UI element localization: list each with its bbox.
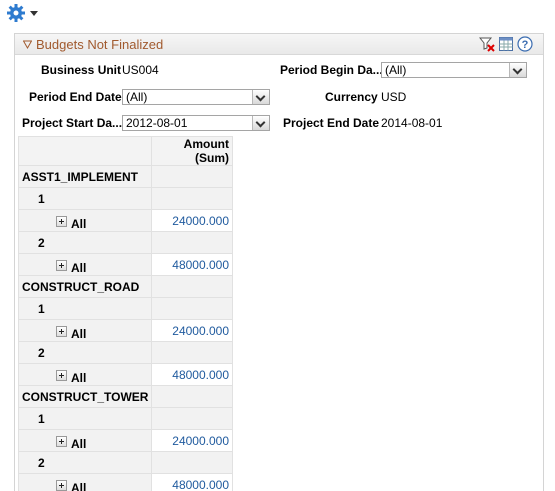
period-end-select[interactable]: (All) [122, 89, 270, 105]
period-begin-select[interactable]: (All) [381, 62, 527, 78]
group-label: CONSTRUCT_ROAD [17, 275, 153, 298]
row-label: All [71, 261, 87, 275]
budgets-panel: Budgets Not Finalized ? Business Unit US… [14, 33, 544, 491]
expand-icon[interactable] [56, 370, 67, 381]
key-row: 2 [17, 341, 233, 364]
key-label: 2 [38, 235, 45, 250]
dropdown-caret-icon[interactable] [30, 10, 38, 16]
row-label: All [71, 371, 87, 385]
project-end-label: Project End Date [283, 116, 380, 130]
period-begin-label: Period Begin Da... [280, 63, 383, 77]
grid-view-icon[interactable] [498, 36, 514, 52]
key-label: 1 [38, 191, 45, 206]
group-row: ASST1_IMPLEMENT [17, 165, 233, 188]
period-end-label: Period End Date [29, 90, 122, 104]
expand-icon[interactable] [56, 480, 67, 491]
pivot-grid: Amount (Sum) ASST1_IMPLEMENT 1 All 24000… [17, 136, 233, 491]
amount-cell[interactable]: 24000.000 [151, 209, 233, 232]
panel-title: Budgets Not Finalized [36, 36, 164, 52]
key-row: 1 [17, 297, 233, 320]
key-row: 2 [17, 451, 233, 474]
project-start-select[interactable]: 2012-08-01 [122, 115, 270, 131]
expand-icon[interactable] [56, 326, 67, 337]
grid-header-row: Amount (Sum) [17, 136, 233, 166]
toolbar [6, 3, 38, 23]
amount-cell[interactable]: 24000.000 [151, 429, 233, 452]
currency-label: Currency [325, 90, 378, 104]
help-icon[interactable]: ? [517, 36, 533, 52]
table-row: All 24000.000 [17, 429, 233, 452]
business-unit-value: US004 [122, 63, 159, 77]
svg-text:?: ? [522, 39, 529, 51]
chevron-down-icon[interactable] [509, 63, 526, 77]
amount-cell[interactable]: 48000.000 [151, 473, 233, 491]
project-end-value: 2014-08-01 [381, 116, 443, 130]
group-row: CONSTRUCT_ROAD [17, 275, 233, 298]
table-row: All 24000.000 [17, 319, 233, 342]
chevron-down-icon[interactable] [252, 116, 269, 130]
filter-fields: Business Unit US004 Period Begin Da... (… [15, 55, 543, 145]
group-row: CONSTRUCT_TOWER [17, 385, 233, 408]
key-row: 1 [17, 187, 233, 210]
column-header-amount[interactable]: Amount (Sum) [151, 136, 233, 166]
row-label: All [71, 327, 87, 341]
key-label: 1 [38, 411, 45, 426]
chevron-down-icon[interactable] [252, 90, 269, 104]
key-row: 1 [17, 407, 233, 430]
expand-icon[interactable] [56, 436, 67, 447]
grid-corner [17, 136, 153, 166]
table-row: All 48000.000 [17, 363, 233, 386]
group-label: ASST1_IMPLEMENT [17, 165, 153, 188]
key-label: 2 [38, 455, 45, 470]
amount-cell[interactable]: 24000.000 [151, 319, 233, 342]
expand-icon[interactable] [56, 216, 67, 227]
table-row: All 24000.000 [17, 209, 233, 232]
row-label: All [71, 481, 87, 491]
group-label: CONSTRUCT_TOWER [17, 385, 153, 408]
amount-cell[interactable]: 48000.000 [151, 253, 233, 276]
row-label: All [71, 437, 87, 451]
currency-value: USD [381, 90, 407, 104]
clear-filter-icon[interactable] [478, 36, 495, 52]
panel-header-icons: ? [478, 36, 533, 52]
table-row: All 48000.000 [17, 473, 233, 491]
row-label: All [71, 217, 87, 231]
table-row: All 48000.000 [17, 253, 233, 276]
key-label: 1 [38, 301, 45, 316]
amount-cell[interactable]: 48000.000 [151, 363, 233, 386]
gear-icon[interactable] [6, 3, 26, 23]
panel-header: Budgets Not Finalized ? [15, 34, 543, 55]
collapse-icon[interactable] [23, 40, 32, 49]
project-start-label: Project Start Da... [22, 116, 123, 130]
expand-icon[interactable] [56, 260, 67, 271]
key-label: 2 [38, 345, 45, 360]
key-row: 2 [17, 231, 233, 254]
business-unit-label: Business Unit [41, 63, 122, 77]
